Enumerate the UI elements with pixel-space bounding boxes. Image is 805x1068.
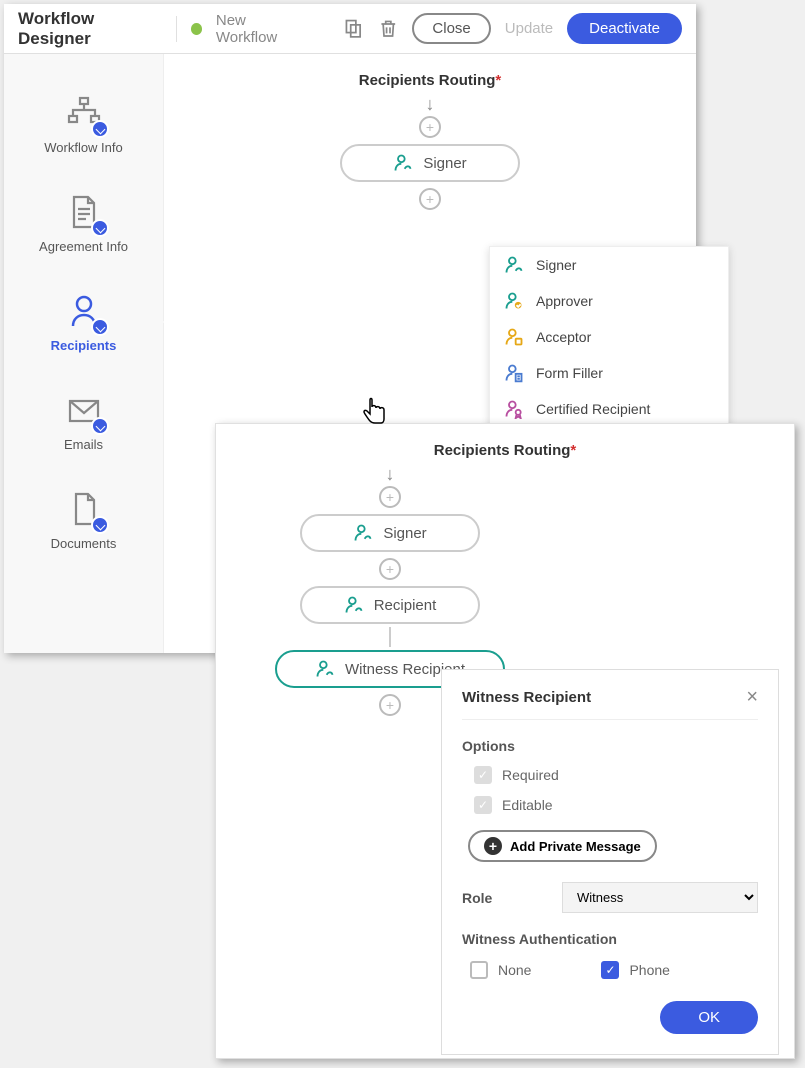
required-label: Required [502, 767, 559, 783]
panel-title: Witness Recipient [462, 689, 591, 706]
emails-icon [63, 389, 105, 431]
editable-checkbox: ✓ [474, 796, 492, 814]
add-step-button[interactable]: + [379, 694, 401, 716]
sidebar-item-label: Agreement Info [39, 239, 128, 254]
add-step-button[interactable]: + [419, 116, 441, 138]
options-label: Options [462, 738, 758, 754]
role-option-label: Form Filler [536, 365, 603, 381]
approver-icon [504, 291, 524, 311]
signer-node[interactable]: Signer [300, 514, 480, 552]
sidebar-item-label: Recipients [51, 338, 117, 353]
auth-none-label: None [498, 962, 531, 978]
signer-node[interactable]: Signer [340, 144, 520, 182]
top-toolbar: Workflow Designer New Workflow Close Upd… [4, 4, 696, 54]
ok-button[interactable]: OK [660, 1001, 758, 1034]
copy-icon[interactable] [343, 18, 364, 40]
sidebar-item-agreement-info[interactable]: Agreement Info [4, 173, 163, 272]
pointer-cursor-icon [358, 396, 390, 428]
divider [176, 16, 177, 42]
role-option-acceptor[interactable]: Acceptor [490, 319, 728, 355]
node-label: Signer [423, 155, 466, 172]
editable-label: Editable [502, 797, 553, 813]
add-step-button[interactable]: + [379, 558, 401, 580]
sidebar-item-label: Emails [64, 437, 103, 452]
status-dot-icon [191, 23, 202, 35]
form-filler-icon [504, 363, 524, 383]
auth-label: Witness Authentication [462, 931, 758, 947]
signer-icon [393, 153, 413, 173]
add-private-label: Add Private Message [510, 839, 641, 854]
role-option-approver[interactable]: Approver [490, 283, 728, 319]
close-icon[interactable]: × [746, 686, 758, 709]
acceptor-icon [504, 327, 524, 347]
signer-icon [504, 255, 524, 275]
role-option-signer[interactable]: Signer [490, 247, 728, 283]
role-option-label: Signer [536, 257, 576, 273]
routing-title: Recipients Routing* [164, 72, 696, 89]
sidebar-item-label: Workflow Info [44, 140, 123, 155]
auth-phone-label: Phone [629, 962, 669, 978]
recipients-icon [63, 290, 105, 332]
workflow-status: New Workflow [216, 12, 305, 46]
role-option-form-filler[interactable]: Form Filler [490, 355, 728, 391]
node-label: Signer [383, 525, 426, 542]
deactivate-button[interactable]: Deactivate [567, 13, 682, 44]
arrow-down-icon: ↓ [386, 465, 395, 483]
sidebar-item-emails[interactable]: Emails [4, 371, 163, 470]
auth-phone-checkbox[interactable]: ✓ [601, 961, 619, 979]
properties-panel: Witness Recipient × Options ✓ Required ✓… [441, 669, 779, 1055]
agreement-info-icon [63, 191, 105, 233]
role-option-label: Approver [536, 293, 593, 309]
recipient-node[interactable]: Recipient [300, 586, 480, 624]
signer-icon [353, 523, 373, 543]
certified-icon [504, 399, 524, 419]
close-button[interactable]: Close [412, 13, 490, 44]
node-label: Recipient [374, 597, 437, 614]
trash-icon[interactable] [378, 18, 399, 40]
arrow-down-icon: ↓ [426, 95, 435, 113]
add-step-button[interactable]: + [379, 486, 401, 508]
role-label: Role [462, 890, 542, 906]
recipient-icon [344, 595, 364, 615]
witness-icon [315, 659, 335, 679]
sidebar-item-workflow-info[interactable]: Workflow Info [4, 74, 163, 173]
connector-line [389, 627, 391, 647]
add-private-message-button[interactable]: + Add Private Message [468, 830, 657, 862]
required-checkbox: ✓ [474, 766, 492, 784]
app-title: Workflow Designer [18, 9, 162, 49]
sidebar-item-recipients[interactable]: Recipients [4, 272, 163, 371]
role-option-label: Acceptor [536, 329, 591, 345]
workflow-detail-window: Recipients Routing* ↓ + Signer + Recipie… [215, 423, 795, 1059]
update-button: Update [505, 20, 553, 37]
role-option-certified[interactable]: Certified Recipient [490, 391, 728, 427]
workflow-info-icon [63, 92, 105, 134]
role-option-label: Certified Recipient [536, 401, 650, 417]
routing-title: Recipients Routing* [216, 442, 794, 459]
add-step-button[interactable]: + [419, 188, 441, 210]
auth-none-checkbox[interactable] [470, 961, 488, 979]
role-select[interactable]: Witness [562, 882, 758, 913]
plus-icon: + [484, 837, 502, 855]
